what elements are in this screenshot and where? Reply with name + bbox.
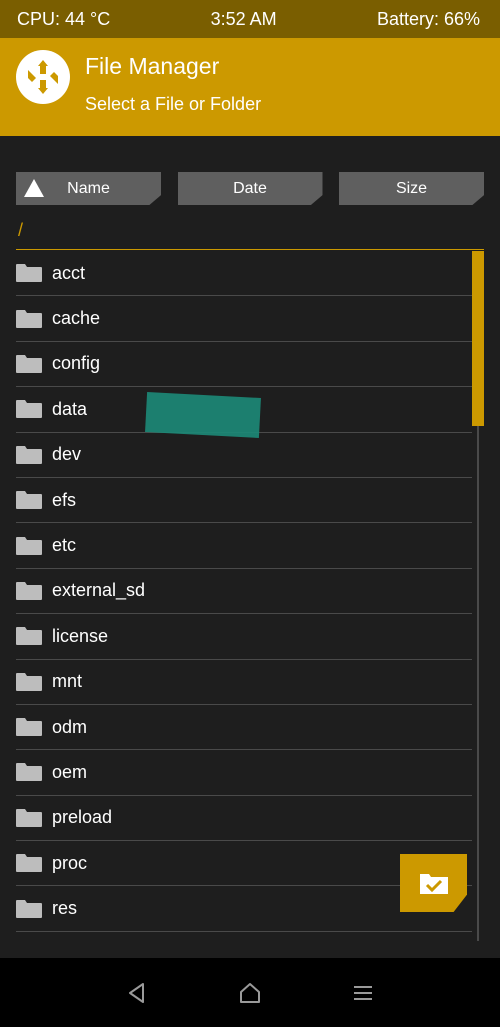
folder-icon bbox=[16, 581, 42, 600]
file-name: data bbox=[52, 398, 88, 419]
twrp-logo-icon bbox=[16, 50, 70, 104]
sort-by-size-button[interactable]: Size bbox=[339, 172, 484, 205]
back-button[interactable] bbox=[117, 973, 157, 1013]
folder-icon bbox=[16, 718, 42, 737]
file-row[interactable]: external_sd bbox=[16, 569, 472, 615]
home-button[interactable] bbox=[230, 973, 270, 1013]
file-name: etc bbox=[52, 535, 77, 556]
folder-icon bbox=[16, 808, 42, 827]
file-row[interactable]: etc bbox=[16, 523, 472, 569]
folder-icon bbox=[16, 627, 42, 646]
file-name: acct bbox=[52, 262, 86, 283]
scrollbar-thumb[interactable] bbox=[472, 251, 484, 426]
file-name: cache bbox=[52, 308, 101, 329]
file-row[interactable]: dev bbox=[16, 433, 472, 478]
file-row[interactable]: cache bbox=[16, 296, 472, 342]
file-name: dev bbox=[52, 444, 82, 465]
header: File Manager Select a File or Folder bbox=[0, 38, 500, 136]
folder-icon bbox=[16, 354, 42, 373]
sort-name-label: Name bbox=[67, 179, 110, 197]
file-row[interactable]: mnt bbox=[16, 660, 472, 705]
select-folder-button[interactable] bbox=[400, 854, 467, 912]
file-row[interactable]: config bbox=[16, 342, 472, 388]
sort-by-name-button[interactable]: Name bbox=[16, 172, 161, 205]
home-icon bbox=[239, 982, 260, 1003]
sort-ascending-icon bbox=[24, 179, 44, 197]
sort-date-label: Date bbox=[233, 179, 267, 197]
folder-icon bbox=[16, 400, 42, 419]
menu-button[interactable] bbox=[343, 973, 383, 1013]
folder-icon bbox=[16, 854, 42, 873]
file-name: license bbox=[52, 625, 109, 646]
menu-icon bbox=[354, 985, 373, 1000]
file-row[interactable]: efs bbox=[16, 478, 472, 524]
file-name: config bbox=[52, 353, 101, 374]
current-path: / bbox=[18, 220, 24, 240]
scrollbar-track[interactable] bbox=[477, 426, 479, 941]
file-name: external_sd bbox=[52, 580, 146, 601]
folder-icon bbox=[16, 445, 42, 464]
folder-icon bbox=[16, 264, 42, 283]
touch-overlay bbox=[145, 392, 261, 438]
file-name: odm bbox=[52, 716, 88, 737]
select-folder-icon bbox=[419, 874, 448, 894]
file-row[interactable]: odm bbox=[16, 705, 472, 751]
file-name: res bbox=[52, 898, 78, 919]
battery-level: Battery: 66% bbox=[376, 8, 480, 29]
folder-icon bbox=[16, 309, 42, 328]
sort-size-label: Size bbox=[395, 179, 428, 197]
folder-icon bbox=[16, 491, 42, 510]
file-row[interactable]: oem bbox=[16, 750, 472, 796]
file-row[interactable]: license bbox=[16, 614, 472, 660]
file-name: proc bbox=[52, 852, 88, 873]
path-divider bbox=[16, 249, 484, 250]
folder-icon bbox=[16, 899, 42, 918]
sort-bar: Name Date Size bbox=[16, 172, 484, 205]
status-bar: CPU: 44 °C 3:52 AM Battery: 66% bbox=[0, 0, 500, 38]
file-row[interactable]: acct bbox=[16, 251, 472, 297]
folder-icon bbox=[16, 672, 42, 691]
folder-icon bbox=[16, 763, 42, 782]
navigation-bar bbox=[0, 958, 500, 1027]
file-list: acct cache config data dev efs etc external_sdl… bbox=[16, 251, 472, 932]
page-title: File Manager bbox=[85, 53, 220, 79]
file-row[interactable]: preload bbox=[16, 796, 472, 842]
folder-icon bbox=[16, 536, 42, 555]
clock: 3:52 AM bbox=[210, 8, 277, 29]
back-icon bbox=[128, 982, 144, 1003]
file-name: mnt bbox=[52, 671, 83, 692]
file-name: preload bbox=[52, 807, 113, 828]
file-name: oem bbox=[52, 761, 88, 782]
cpu-temp: CPU: 44 °C bbox=[17, 8, 111, 29]
sort-by-date-button[interactable]: Date bbox=[177, 172, 323, 205]
file-name: efs bbox=[52, 489, 77, 510]
page-subtitle: Select a File or Folder bbox=[85, 94, 262, 114]
